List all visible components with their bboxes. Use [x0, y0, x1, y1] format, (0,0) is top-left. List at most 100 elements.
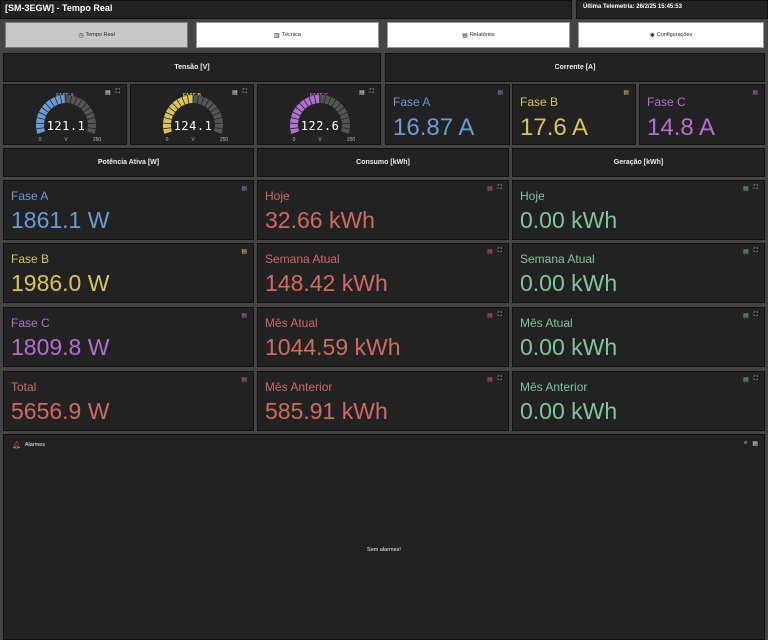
consumo-card: ▤ ⛶ Hoje 32.66 kWh	[257, 180, 509, 240]
gauge-max: 250	[347, 137, 356, 143]
last-telemetry: Última Telemetria: 26/2/25 15:45:53	[583, 4, 682, 10]
potencia-card: ▤ Fase C 1809.8 W	[3, 307, 254, 367]
gauge-dial: 121.1 0 V 250	[36, 95, 102, 143]
section-geracao: Geração [kWh]	[512, 148, 765, 177]
report-icon[interactable]: ▤	[743, 312, 749, 319]
potencia-card: ▤ Fase B 1986.0 W	[3, 243, 254, 303]
expand-icon[interactable]: ⛶	[498, 312, 502, 319]
geracao-card: ▤ ⛶ Hoje 0.00 kWh	[512, 180, 765, 240]
alarms-panel: 🔔︎ Alarmes ⌕ ▤ Sem alarmes!	[3, 434, 765, 640]
alarms-title: Alarmes	[24, 442, 46, 448]
expand-icon[interactable]: ⛶	[754, 376, 758, 383]
geracao-card: ▤ ⛶ Mês Anterior 0.00 kWh	[512, 371, 765, 431]
card-label: Fase A	[393, 95, 431, 109]
report-icon[interactable]: ▤	[743, 376, 749, 383]
expand-icon[interactable]: ⛶	[498, 185, 502, 192]
card-label: Semana Atual	[265, 252, 340, 266]
gauge-min: 0	[166, 137, 169, 143]
expand-icon[interactable]: ⛶	[754, 185, 758, 192]
card-label: Hoje	[265, 189, 290, 203]
section-title: Tensão [V]	[174, 64, 210, 71]
card-label: Fase C	[11, 316, 50, 330]
card-label: Mês Atual	[265, 316, 318, 330]
tab-relatorios[interactable]: ▤ Relatórios	[387, 22, 570, 48]
gauge-unit: V	[318, 137, 322, 143]
expand-icon[interactable]: ⛶	[498, 248, 502, 255]
potencia-card: ▤ Total 5656.9 W	[3, 371, 254, 431]
expand-icon[interactable]: ⛶	[498, 376, 502, 383]
report-icon[interactable]: ▤	[623, 89, 629, 96]
card-value: 0.00 kWh	[520, 270, 618, 296]
potencia-card: ▤ Fase A 1861.1 W	[3, 180, 254, 240]
section-potencia: Potência Ativa [W]	[3, 148, 254, 177]
geracao-card: ▤ ⛶ Semana Atual 0.00 kWh	[512, 243, 765, 303]
gauge-value: 124.1	[174, 119, 213, 133]
card-label: Total	[11, 380, 37, 394]
gauge-max: 250	[93, 137, 102, 143]
report-icon[interactable]: ▤	[743, 248, 749, 255]
section-tensao: Tensão [V]	[3, 53, 381, 82]
tab-tecnica[interactable]: ▥ Técnica	[196, 22, 379, 48]
card-value: 1861.1 W	[11, 207, 110, 233]
card-value: 0.00 kWh	[520, 207, 618, 233]
report-icon[interactable]: ▤	[241, 376, 247, 383]
gauge-card-fase-b: ▤ ⛶ FASE B 124.1 0 V 250	[130, 84, 254, 145]
card-label: Fase B	[520, 95, 559, 109]
gauge-value: 122.6	[301, 119, 340, 133]
card-value: 16.87 A	[393, 114, 475, 141]
corrente-card-fase-c: ▤ Fase C 14.8 A	[639, 84, 765, 145]
gauge-max: 250	[220, 137, 229, 143]
tab-tempo-real[interactable]: ◷ Tempo Real	[5, 22, 188, 48]
section-title: Potência Ativa [W]	[97, 159, 160, 166]
section-title: Consumo [kWh]	[356, 159, 410, 166]
section-corrente: Corrente [A]	[385, 53, 765, 82]
card-label: Fase B	[11, 252, 50, 266]
card-label: Hoje	[520, 189, 545, 203]
report-icon[interactable]: ▤	[487, 312, 493, 319]
card-label: Mês Anterior	[265, 380, 333, 394]
report-icon[interactable]: ▤	[743, 185, 749, 192]
corrente-card-fase-a: ▤ Fase A 16.87 A	[385, 84, 510, 145]
report-icon[interactable]: ▤	[241, 185, 247, 192]
bell-icon: 🔔︎	[12, 442, 21, 449]
report-icon[interactable]: ▤	[241, 248, 247, 255]
gear-icon: ✱	[649, 32, 655, 39]
tab-label: Técnica	[281, 32, 301, 38]
card-value: 148.42 kWh	[265, 270, 388, 296]
card-label: Mês Anterior	[520, 380, 588, 394]
tab-label: Tempo Real	[85, 32, 115, 38]
geracao-card: ▤ ⛶ Mês Atual 0.00 kWh	[512, 307, 765, 367]
consumo-card: ▤ ⛶ Mês Anterior 585.91 kWh	[257, 371, 509, 431]
tab-label: Configurações	[656, 32, 693, 38]
report-icon[interactable]: ▤	[241, 312, 247, 319]
card-value: 17.6 A	[520, 114, 589, 141]
report-icon[interactable]: ▤	[487, 376, 493, 383]
tab-label: Relatórios	[469, 32, 495, 38]
tab-configuracoes[interactable]: ✱ Configurações	[578, 22, 764, 48]
report-icon[interactable]: ▤	[497, 89, 503, 96]
gauge-card-fase-a: ▤ ⛶ FASE A 121.1 0 V 250	[3, 84, 127, 145]
telemetry-bar: Última Telemetria: 26/2/25 15:45:53	[576, 0, 768, 19]
gauge-card-fase-c: ▤ ⛶ FASE C 122.6 0 V 250	[257, 84, 381, 145]
card-value: 0.00 kWh	[520, 398, 618, 424]
section-title: Geração [kWh]	[613, 159, 664, 166]
search-icon[interactable]: ⌕	[744, 440, 747, 447]
card-value: 32.66 kWh	[265, 207, 375, 233]
consumo-card: ▤ ⛶ Mês Atual 1044.59 kWh	[257, 307, 509, 367]
clock-icon: ◷	[78, 32, 84, 39]
report-icon[interactable]: ▤	[752, 89, 758, 96]
report-icon[interactable]: ▤	[752, 440, 758, 447]
header-title-bar: [SM-3EGW] - Tempo Real	[0, 0, 572, 19]
card-value: 0.00 kWh	[520, 334, 618, 360]
expand-icon[interactable]: ⛶	[754, 312, 758, 319]
card-label: Fase C	[647, 95, 686, 109]
card-value: 1986.0 W	[11, 270, 110, 296]
report-icon[interactable]: ▤	[487, 248, 493, 255]
alarms-empty-message: Sem alarmes!	[367, 547, 401, 553]
chart-icon: ▥	[274, 32, 280, 39]
card-value: 1809.8 W	[11, 334, 110, 360]
expand-icon[interactable]: ⛶	[754, 248, 758, 255]
report-icon[interactable]: ▤	[487, 185, 493, 192]
gauge-dial: 124.1 0 V 250	[163, 95, 229, 143]
section-consumo: Consumo [kWh]	[257, 148, 509, 177]
